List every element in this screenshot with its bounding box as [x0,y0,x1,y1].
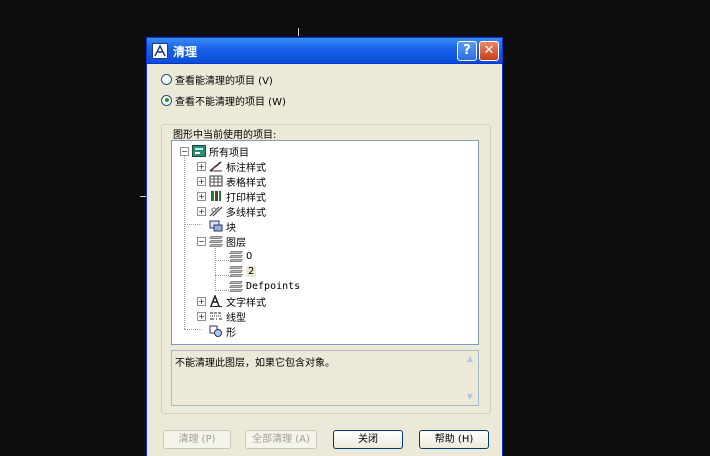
group-label: 图形中当前使用的项目: [172,126,278,141]
block-icon [209,220,223,232]
text-style-icon [209,293,223,307]
linetype-icon [209,310,223,322]
radio-label: 查看能清理的项目 (V) [175,75,273,87]
title-bar[interactable]: 清理 ? ✕ [147,38,502,64]
layer-icon [229,280,243,292]
purge-all-button[interactable]: 全部清理 (A) [245,430,317,449]
close-button[interactable]: 关闭 [333,430,403,449]
tree-item-label: 2 [246,265,257,277]
tree-item-label: 多线样式 [226,207,266,219]
title-close-button[interactable]: ✕ [479,41,499,61]
radio-label: 查看不能清理的项目 (W) [175,96,286,108]
expand-toggle[interactable]: + [197,296,206,306]
tree-item-label: 图层 [226,237,246,249]
purge-button[interactable]: 清理 (P) [163,430,231,449]
tree-item-text-styles[interactable]: + 文字样式 [197,293,266,309]
tree-item-plot-styles[interactable]: + 打印样式 [197,189,266,204]
tree-item-mline-styles[interactable]: + 多线样式 [197,204,266,219]
tree-item-label: 线型 [226,312,246,324]
tree-item-label: 块 [226,222,236,234]
plot-style-icon [209,190,223,202]
tree-item-all[interactable]: − 所有项目 [180,144,249,159]
tree-item-label: 文字样式 [226,297,266,309]
help-button[interactable]: 帮助 (H) [419,430,489,449]
description-scrollbar[interactable]: ▲ ▼ [463,352,477,404]
tree-item-dim-styles[interactable]: + 标注样式 [197,159,266,174]
all-items-icon [192,145,206,157]
layer-icon [209,235,223,247]
expand-toggle[interactable]: + [197,206,206,216]
tree-item-table-styles[interactable]: + 表格样式 [197,174,266,189]
tree-item-shapes[interactable]: 形 [209,324,236,339]
expand-toggle[interactable]: + [197,191,206,201]
tree-item-layers[interactable]: − 图层 [197,234,246,249]
tree-item-label: 所有项目 [209,147,249,159]
layer-icon [229,265,243,277]
tree-item-label: 打印样式 [226,192,266,204]
scroll-up-arrow-icon[interactable]: ▲ [463,352,477,366]
tree-item-linetypes[interactable]: + 线型 [197,309,246,324]
tree-item-label: 0 [246,250,253,262]
autocad-app-icon [152,43,168,59]
radio-button[interactable] [161,94,172,106]
radio-view-purgeable[interactable]: 查看能清理的项目 (V) [161,72,273,87]
items-tree[interactable]: − 所有项目 + 标注样式 + 表格样式 + 打印样式 + 多线样式 块 − 图… [171,140,479,345]
dimension-style-icon [209,160,223,172]
tree-item-label: 标注样式 [226,162,266,174]
expand-toggle[interactable]: + [197,176,206,186]
tree-item-label: 形 [226,327,236,339]
expand-toggle[interactable]: + [197,161,206,171]
collapse-toggle[interactable]: − [180,146,189,156]
items-groupbox: 图形中当前使用的项目: − 所有项目 + 标注样式 + 表格样式 + 打印样式 … [161,124,491,414]
scroll-down-arrow-icon[interactable]: ▼ [463,390,477,404]
cad-crosshair-vertical [298,28,299,36]
radio-button[interactable] [161,73,172,85]
tree-item-blocks[interactable]: 块 [209,219,236,234]
expand-toggle[interactable]: + [197,311,206,321]
tree-item-layer-0[interactable]: 0 [229,249,252,263]
title-help-button[interactable]: ? [457,41,477,61]
purge-dialog: 清理 ? ✕ 查看能清理的项目 (V) 查看不能清理的项目 (W) 图形中当前使… [146,37,503,456]
collapse-toggle[interactable]: − [197,236,206,246]
description-box: 不能清理此图层，如果它包含对象。 ▲ ▼ [171,350,479,406]
radio-view-not-purgeable[interactable]: 查看不能清理的项目 (W) [161,93,286,108]
tree-item-layer-2[interactable]: 2 [229,264,257,278]
tree-item-layer-defpoints[interactable]: Defpoints [229,279,300,293]
tree-item-label: 表格样式 [226,177,266,189]
shape-icon [209,325,223,337]
dialog-title: 清理 [173,45,198,59]
tree-item-label: Defpoints [246,280,301,292]
description-text: 不能清理此图层，如果它包含对象。 [175,358,335,369]
table-style-icon [209,175,223,187]
multiline-style-icon [209,205,223,217]
layer-icon [229,250,243,262]
